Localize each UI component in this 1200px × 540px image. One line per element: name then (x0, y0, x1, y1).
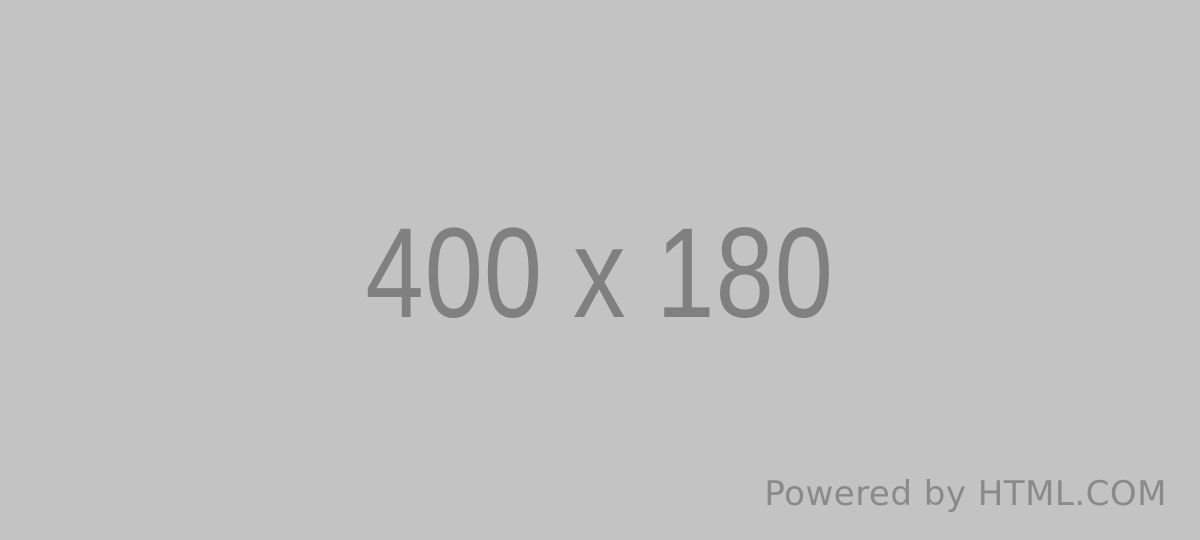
powered-by-label: Powered by HTML.COM (764, 474, 1167, 514)
placeholder-image: 400 x 180 Powered by HTML.COM (0, 0, 1200, 540)
dimensions-label: 400 x 180 (365, 202, 835, 345)
